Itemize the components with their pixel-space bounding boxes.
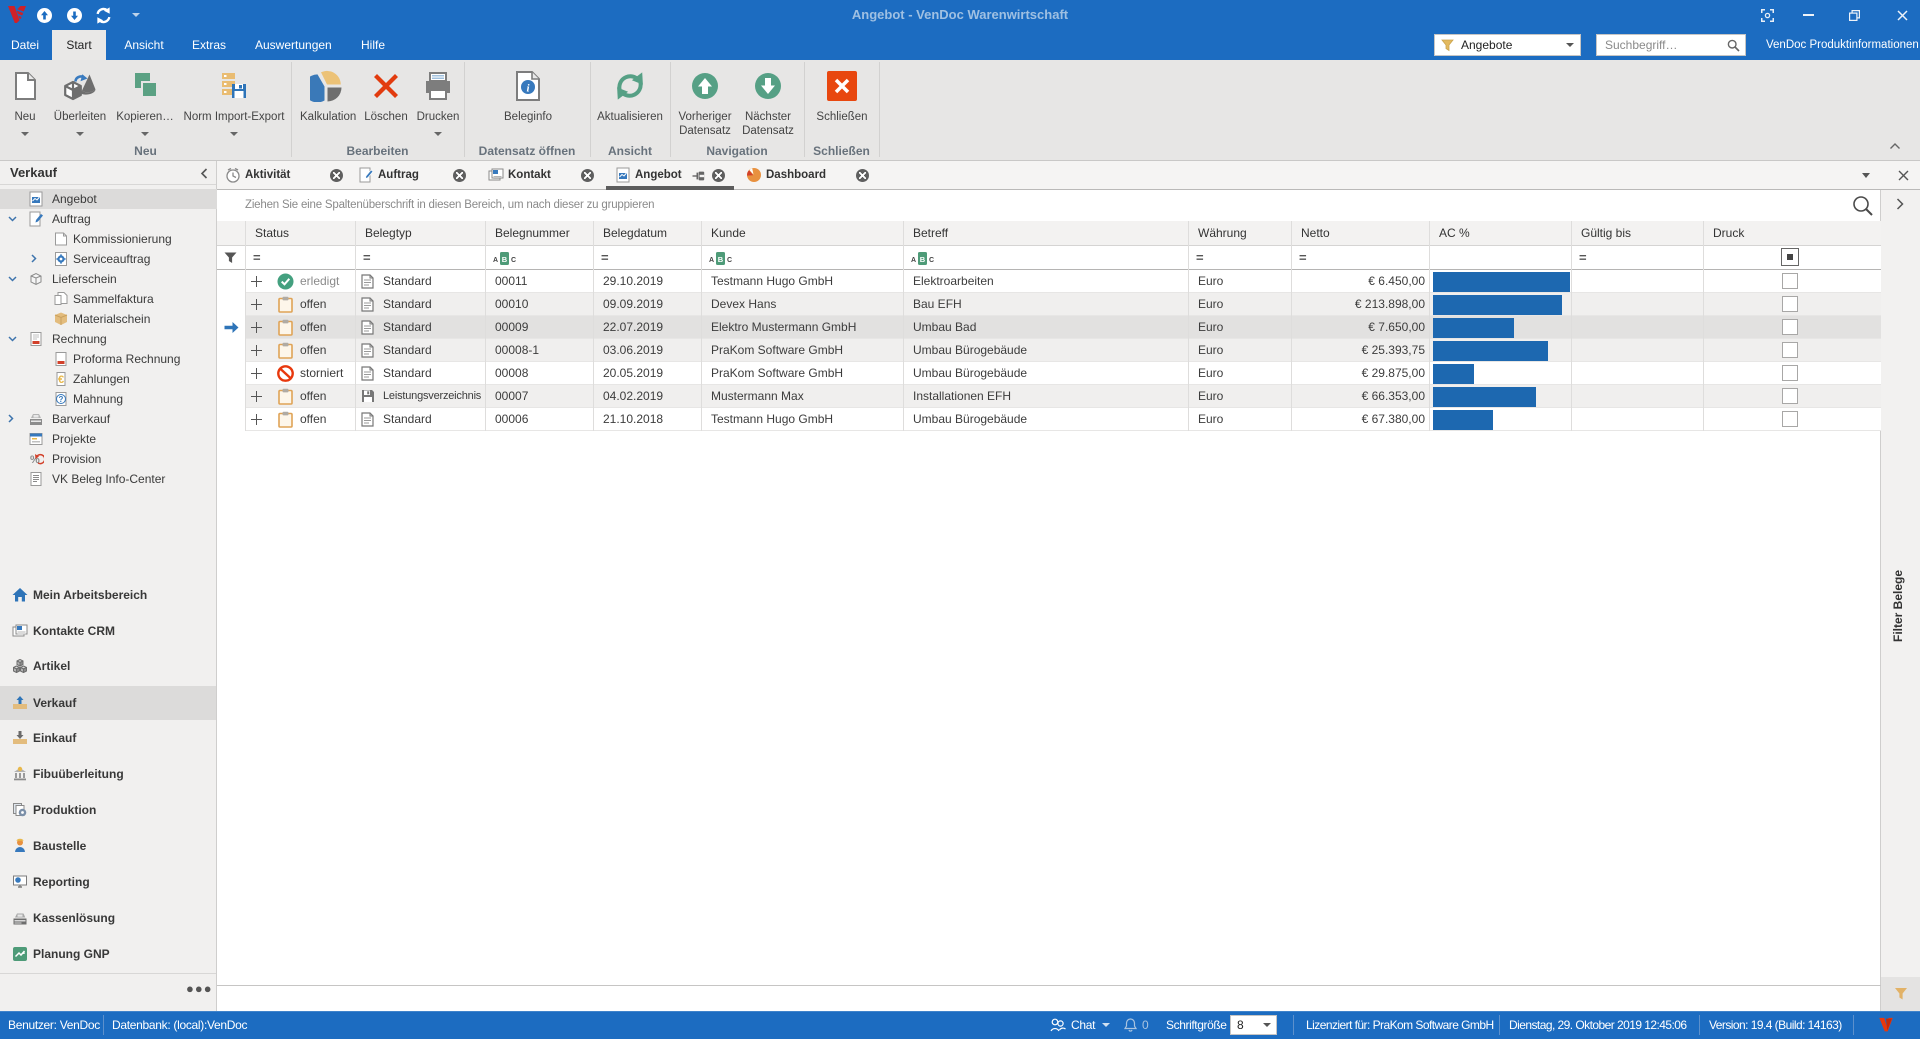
svg-text:€: € <box>58 374 64 386</box>
svg-text:C: C <box>511 257 516 264</box>
svg-text:B: B <box>718 255 724 264</box>
svg-text:?: ? <box>59 395 64 404</box>
svg-text:C: C <box>929 257 934 264</box>
svg-text:%: % <box>30 454 40 466</box>
svg-text:A: A <box>493 257 498 264</box>
svg-text:A: A <box>709 257 714 264</box>
svg-text:C: C <box>727 257 732 264</box>
svg-text:B: B <box>920 255 926 264</box>
svg-text:A: A <box>911 257 916 264</box>
svg-text:B: B <box>502 255 508 264</box>
